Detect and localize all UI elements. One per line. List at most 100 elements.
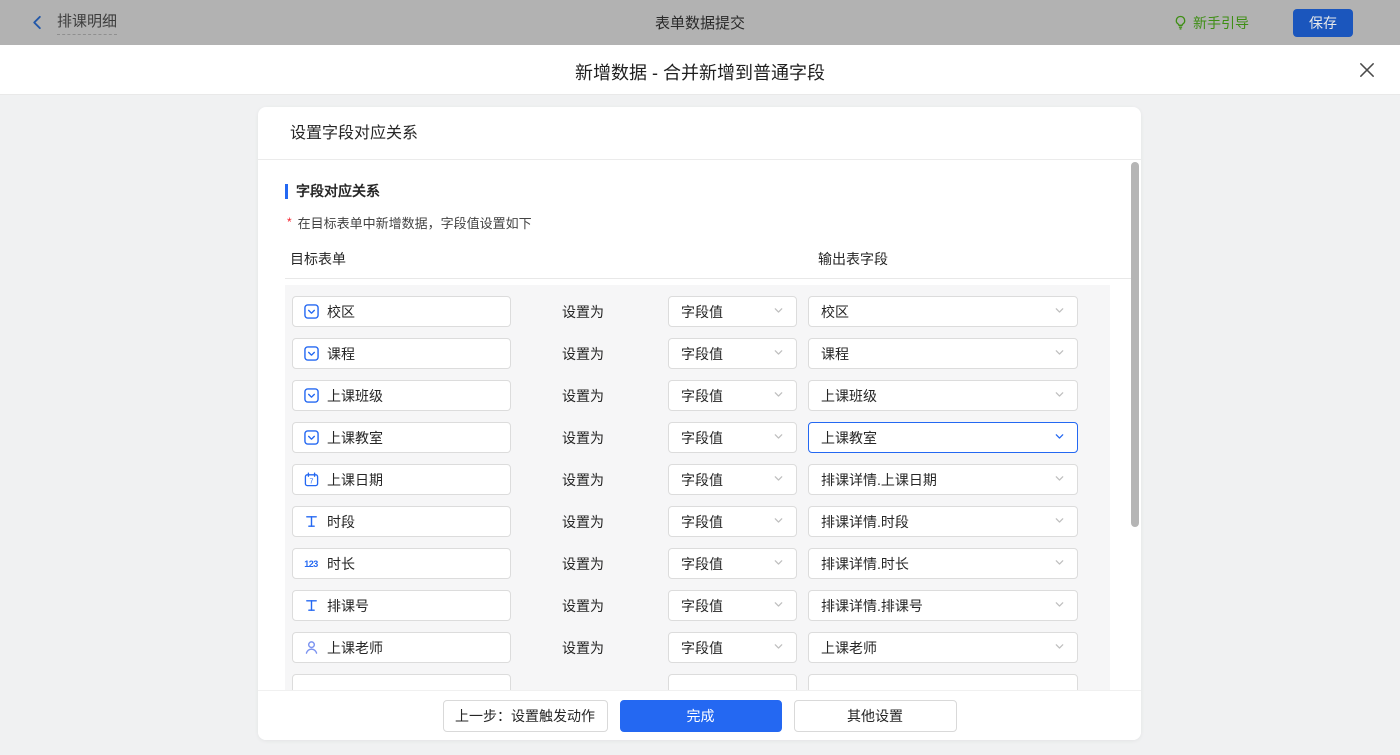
back-chevron-icon: [30, 15, 45, 30]
mapping-row: 上课教室 设置为 字段值 上课教室: [292, 422, 1110, 453]
required-asterisk: *: [287, 213, 292, 229]
chevron-down-icon: [1054, 471, 1065, 489]
output-field-dropdown[interactable]: [808, 674, 1078, 690]
chevron-down-icon: [773, 345, 784, 363]
chevron-down-icon: [773, 387, 784, 405]
target-field-partial[interactable]: [292, 674, 511, 690]
output-field-dropdown[interactable]: 校区: [808, 296, 1078, 327]
target-field-label: 上课班级: [327, 386, 383, 406]
chevron-down-icon: [773, 555, 784, 573]
target-field-schedule-number[interactable]: 排课号: [292, 590, 511, 621]
value-type-dropdown[interactable]: 字段值: [668, 338, 797, 369]
done-button[interactable]: 完成: [620, 700, 782, 732]
output-field-dropdown[interactable]: 排课详情.时长: [808, 548, 1078, 579]
target-field-label: 时段: [327, 512, 355, 532]
topbar-right: 新手引导 保存: [1173, 0, 1400, 45]
output-field-dropdown[interactable]: 排课详情.上课日期: [808, 464, 1078, 495]
select-field-icon: [303, 430, 319, 446]
back-button[interactable]: 排课明细: [30, 10, 117, 35]
calendar-icon: 7: [303, 472, 319, 488]
modal-body: 设置字段对应关系 字段对应关系 * 在目标表单中新增数据，字段值设置如下 目标表…: [0, 96, 1400, 755]
target-field-class[interactable]: 上课班级: [292, 380, 511, 411]
beginner-guide-link[interactable]: 新手引导: [1173, 13, 1249, 33]
set-as-label: 设置为: [562, 512, 610, 532]
chevron-down-icon: [1054, 429, 1065, 447]
chevron-down-icon: [1054, 303, 1065, 321]
target-field-label: 上课老师: [327, 638, 383, 658]
set-as-label: 设置为: [562, 428, 610, 448]
output-field-dropdown[interactable]: 上课班级: [808, 380, 1078, 411]
select-field-icon: [303, 304, 319, 320]
mapping-row: 上课老师 设置为 字段值 上课老师: [292, 632, 1110, 663]
target-field-duration[interactable]: 123 时长: [292, 548, 511, 579]
value-type-dropdown[interactable]: 字段值: [668, 506, 797, 537]
top-bar: 排课明细 表单数据提交 新手引导 保存: [0, 0, 1400, 45]
chevron-down-icon: [1054, 555, 1065, 573]
chevron-down-icon: [773, 597, 784, 615]
value-type-dropdown[interactable]: 字段值: [668, 380, 797, 411]
mapping-row: 课程 设置为 字段值 课程: [292, 338, 1110, 369]
target-field-time-period[interactable]: 时段: [292, 506, 511, 537]
value-type-dropdown[interactable]: 字段值: [668, 464, 797, 495]
note-text: 在目标表单中新增数据，字段值设置如下: [298, 213, 532, 232]
set-as-label: 设置为: [562, 596, 610, 616]
back-label: 排课明细: [57, 10, 117, 35]
chevron-down-icon: [1054, 597, 1065, 615]
chevron-down-icon: [773, 639, 784, 657]
set-as-label: 设置为: [562, 344, 610, 364]
output-field-dropdown[interactable]: 课程: [808, 338, 1078, 369]
set-as-label: 设置为: [562, 638, 610, 658]
vertical-scrollbar-thumb[interactable]: [1131, 162, 1139, 527]
section-title: 字段对应关系: [285, 181, 1141, 201]
card-header-title: 设置字段对应关系: [258, 107, 1141, 160]
close-icon[interactable]: [1358, 61, 1376, 79]
mapping-row: 上课班级 设置为 字段值 上课班级: [292, 380, 1110, 411]
modal-title: 新增数据 - 合并新增到普通字段: [0, 59, 1400, 85]
output-field-dropdown-focused[interactable]: 上课教室: [808, 422, 1078, 453]
column-header-output-fields: 输出表字段: [818, 249, 888, 269]
section-title-text: 字段对应关系: [296, 181, 380, 201]
column-header-target-form: 目标表单: [290, 249, 346, 269]
previous-step-button[interactable]: 上一步：设置触发动作: [443, 700, 608, 732]
section-accent-bar: [285, 184, 288, 199]
page-root: 排课明细 表单数据提交 新手引导 保存 新增数据 - 合并新增到普通字段: [0, 0, 1400, 755]
set-as-label: 设置为: [562, 554, 610, 574]
value-type-dropdown[interactable]: 字段值: [668, 422, 797, 453]
chevron-down-icon: [773, 429, 784, 447]
chevron-down-icon: [1054, 639, 1065, 657]
note-line: * 在目标表单中新增数据，字段值设置如下: [287, 213, 1141, 232]
target-field-course[interactable]: 课程: [292, 338, 511, 369]
set-as-label: 设置为: [562, 302, 610, 322]
header-divider: [285, 278, 1137, 279]
chevron-down-icon: [1054, 345, 1065, 363]
modal-header: 新增数据 - 合并新增到普通字段: [0, 45, 1400, 95]
save-button[interactable]: 保存: [1293, 9, 1353, 37]
card-footer: 上一步：设置触发动作 完成 其他设置: [258, 690, 1141, 740]
target-field-label: 排课号: [327, 596, 369, 616]
mapping-row: 123 时长 设置为 字段值 排课详情.时长: [292, 548, 1110, 579]
mapping-row: 排课号 设置为 字段值 排课详情.排课号: [292, 590, 1110, 621]
target-field-classroom[interactable]: 上课教室: [292, 422, 511, 453]
target-field-label: 上课日期: [327, 470, 383, 490]
mapping-row: 时段 设置为 字段值 排课详情.时段: [292, 506, 1110, 537]
output-field-dropdown[interactable]: 上课老师: [808, 632, 1078, 663]
chevron-down-icon: [773, 513, 784, 531]
value-type-dropdown[interactable]: 字段值: [668, 590, 797, 621]
person-icon: [303, 640, 319, 656]
value-type-dropdown[interactable]: 字段值: [668, 296, 797, 327]
target-field-class-date[interactable]: 7 上课日期: [292, 464, 511, 495]
number-field-icon: 123: [303, 556, 319, 572]
target-field-teacher[interactable]: 上课老师: [292, 632, 511, 663]
value-type-dropdown[interactable]: [668, 674, 797, 690]
field-mapping-list: 校区 设置为 字段值 校区: [285, 285, 1110, 690]
output-field-dropdown[interactable]: 排课详情.时段: [808, 506, 1078, 537]
set-as-label: 设置为: [562, 386, 610, 406]
output-field-dropdown[interactable]: 排课详情.排课号: [808, 590, 1078, 621]
other-settings-button[interactable]: 其他设置: [794, 700, 957, 732]
target-field-campus[interactable]: 校区: [292, 296, 511, 327]
mapping-row: 7 上课日期 设置为 字段值 排课详情.上课日期: [292, 464, 1110, 495]
chevron-down-icon: [773, 303, 784, 321]
value-type-dropdown[interactable]: 字段值: [668, 632, 797, 663]
value-type-dropdown[interactable]: 字段值: [668, 548, 797, 579]
mapping-row-partial: [292, 674, 1110, 690]
